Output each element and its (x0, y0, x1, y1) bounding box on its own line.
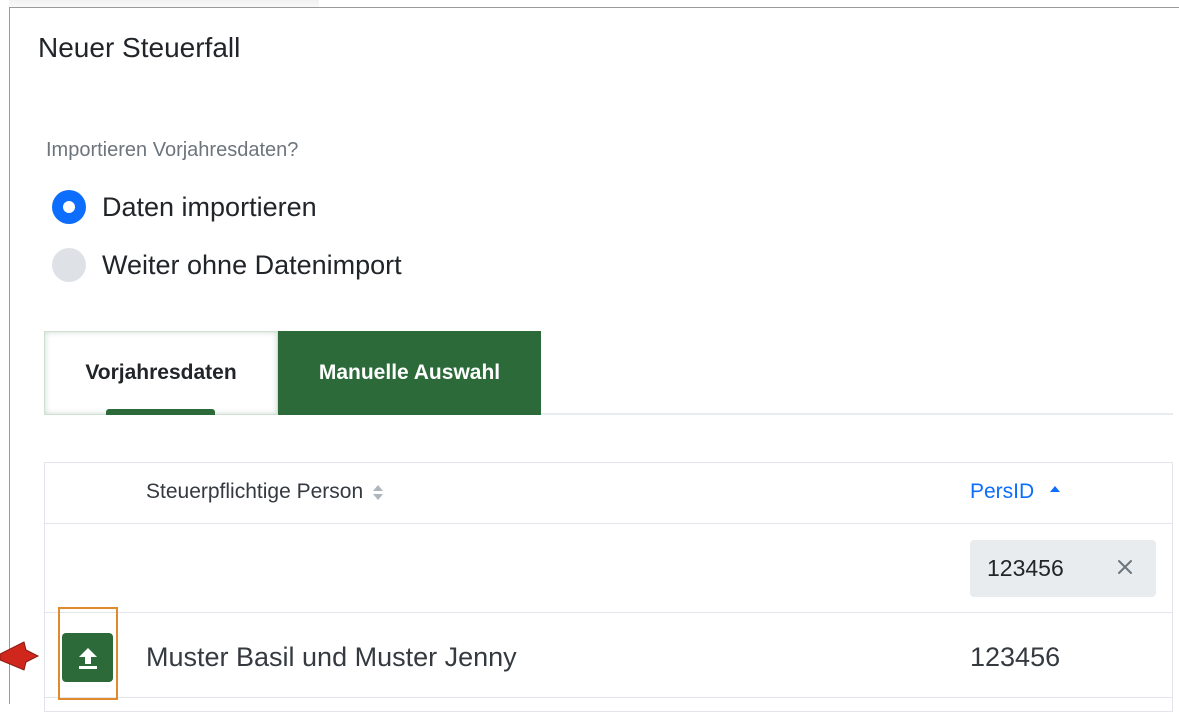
radio-option-import-label: Daten importieren (102, 191, 317, 222)
dialog-title: Neuer Steuerfall (38, 32, 241, 63)
import-row-button[interactable] (62, 633, 113, 682)
pointer-arrow-icon (0, 641, 40, 671)
tab-vorjahresdaten[interactable]: Vorjahresdaten (44, 331, 278, 415)
radio-option-import[interactable]: Daten importieren (52, 190, 317, 224)
persid-filter-value[interactable]: 123456 (987, 555, 1064, 582)
row-person-name: Muster Basil und Muster Jenny (146, 642, 517, 672)
header-divider (44, 523, 1173, 524)
radio-option-no-import-label: Weiter ohne Datenimport (102, 249, 402, 280)
row-persid: 123456 (970, 642, 1061, 672)
column-header-person[interactable]: Steuerpflichtige Person (146, 480, 384, 504)
filter-divider (44, 612, 1173, 613)
row-divider (44, 697, 1173, 698)
sort-unsorted-icon[interactable] (373, 483, 384, 501)
column-header-person-label: Steuerpflichtige Person (146, 480, 364, 503)
radio-checked-icon[interactable] (52, 190, 86, 224)
import-question-label: Importieren Vorjahresdaten? (46, 139, 299, 161)
column-header-persid[interactable]: PersID (970, 480, 1061, 504)
sort-ascending-icon[interactable] (1050, 486, 1061, 492)
tab-manuelle-auswahl[interactable]: Manuelle Auswahl (278, 331, 541, 415)
active-tab-indicator (106, 409, 215, 415)
column-header-persid-label: PersID (970, 480, 1035, 503)
radio-option-no-import[interactable]: Weiter ohne Datenimport (52, 248, 402, 282)
tab-manuelle-auswahl-label: Manuelle Auswahl (318, 361, 501, 384)
upload-icon (78, 647, 97, 669)
clear-filter-icon[interactable] (1114, 556, 1136, 578)
radio-unchecked-icon[interactable] (52, 248, 86, 282)
tab-vorjahresdaten-label: Vorjahresdaten (85, 361, 237, 384)
